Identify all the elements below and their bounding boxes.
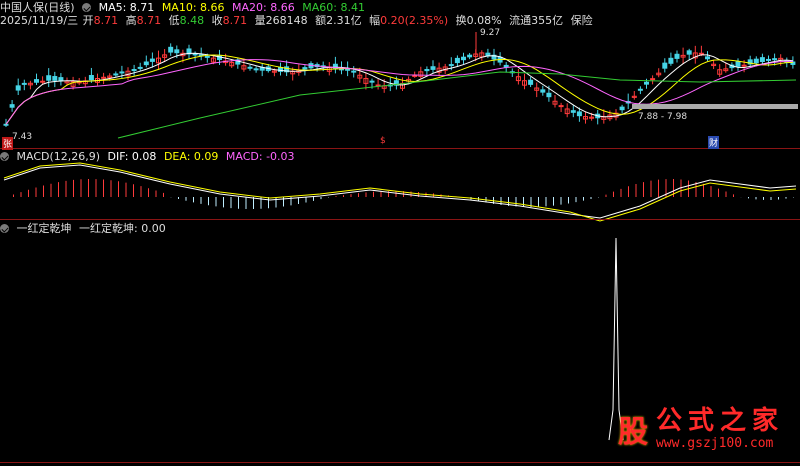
max-price-label: 9.27 — [480, 28, 501, 38]
indicator-header: 一红定乾坤 一红定乾坤: 0.00 — [0, 222, 170, 235]
candle — [637, 86, 643, 95]
candle — [558, 102, 564, 113]
watermark-logo: 股 — [617, 415, 648, 450]
candle — [101, 72, 107, 85]
candle — [15, 78, 21, 96]
candle — [631, 91, 637, 100]
candle — [735, 58, 741, 71]
candle — [278, 62, 283, 76]
candle — [95, 73, 100, 86]
candle — [515, 69, 521, 85]
panel-divider-3 — [0, 462, 800, 463]
candle — [149, 52, 155, 68]
zhang-marker[interactable]: 张 — [2, 137, 14, 150]
candle — [613, 109, 619, 121]
candle — [656, 68, 662, 78]
candle — [113, 71, 119, 77]
dif-value: DIF: 0.08 — [107, 150, 157, 163]
candle — [52, 71, 58, 88]
candle — [711, 60, 717, 70]
candle — [131, 64, 137, 76]
candle — [436, 62, 442, 77]
candle — [540, 85, 546, 96]
panel-divider-2 — [0, 219, 800, 220]
candle — [46, 68, 52, 88]
cai-marker[interactable]: 财 — [708, 136, 720, 149]
candle — [772, 53, 778, 66]
watermark: 股 公式之家 www.gszj100.com — [618, 406, 784, 452]
min-price-label: 7.43 — [12, 132, 33, 142]
dollar-marker[interactable]: $ — [380, 136, 386, 146]
candle — [27, 80, 33, 90]
candle — [650, 75, 656, 85]
candle — [424, 66, 430, 76]
candle — [259, 63, 265, 77]
candle — [668, 52, 674, 66]
dea-value: DEA: 0.09 — [163, 150, 219, 163]
candle — [491, 48, 497, 66]
watermark-title: 公式之家 — [655, 406, 784, 436]
candle — [241, 58, 247, 72]
candle — [34, 73, 39, 86]
candle — [253, 66, 259, 73]
candle — [717, 64, 723, 77]
candle — [674, 50, 680, 63]
candle — [168, 43, 174, 56]
candle — [143, 55, 149, 68]
candle — [662, 58, 668, 73]
candle — [522, 73, 527, 90]
candle — [619, 104, 625, 114]
candle — [552, 95, 558, 108]
candle — [564, 103, 570, 118]
candle — [82, 76, 88, 88]
candle — [58, 73, 64, 86]
candle — [9, 99, 15, 112]
macd-header: MACD(12,26,9) DIF: 0.08 DEA: 0.09 MACD: … — [0, 150, 299, 163]
candle — [387, 77, 393, 92]
indicator-settings-icon[interactable] — [0, 224, 9, 233]
candle — [747, 55, 753, 67]
macd-settings-icon[interactable] — [0, 152, 9, 161]
candle — [595, 109, 601, 125]
indicator-value: 一红定乾坤: 0.00 — [79, 222, 166, 235]
candle — [705, 51, 710, 62]
candle — [692, 45, 698, 64]
moving-averages — [5, 52, 798, 139]
candle — [332, 56, 338, 74]
candle — [430, 60, 436, 73]
candle — [186, 44, 192, 59]
candle — [570, 105, 576, 118]
range-label: 7.88 - 7.98 — [638, 112, 688, 122]
macd-label: MACD(12,26,9) — [16, 150, 101, 163]
candle — [235, 57, 241, 69]
candle — [375, 79, 381, 90]
indicator-name: 一红定乾坤 — [16, 222, 72, 235]
candle — [680, 47, 686, 64]
macd-plot — [3, 162, 797, 222]
candle — [418, 66, 424, 79]
candle — [467, 52, 473, 60]
candle — [729, 62, 735, 72]
range-bar — [632, 104, 798, 109]
candle — [485, 48, 491, 59]
watermark-url: www.gszj100.com — [655, 436, 774, 451]
macd-value: MACD: -0.03 — [225, 150, 295, 163]
dea-line — [3, 162, 797, 222]
candle — [363, 72, 369, 90]
candle — [479, 50, 485, 61]
candle — [156, 50, 161, 70]
candle — [528, 76, 534, 88]
candle — [351, 66, 357, 78]
candle — [583, 111, 588, 124]
candle — [21, 79, 27, 91]
candle — [137, 62, 143, 72]
candle — [534, 82, 540, 98]
panel-divider-1 — [0, 148, 800, 149]
candle — [461, 52, 466, 65]
candle — [759, 53, 765, 65]
candle — [497, 52, 503, 66]
candle — [454, 55, 460, 67]
candle — [247, 64, 253, 71]
